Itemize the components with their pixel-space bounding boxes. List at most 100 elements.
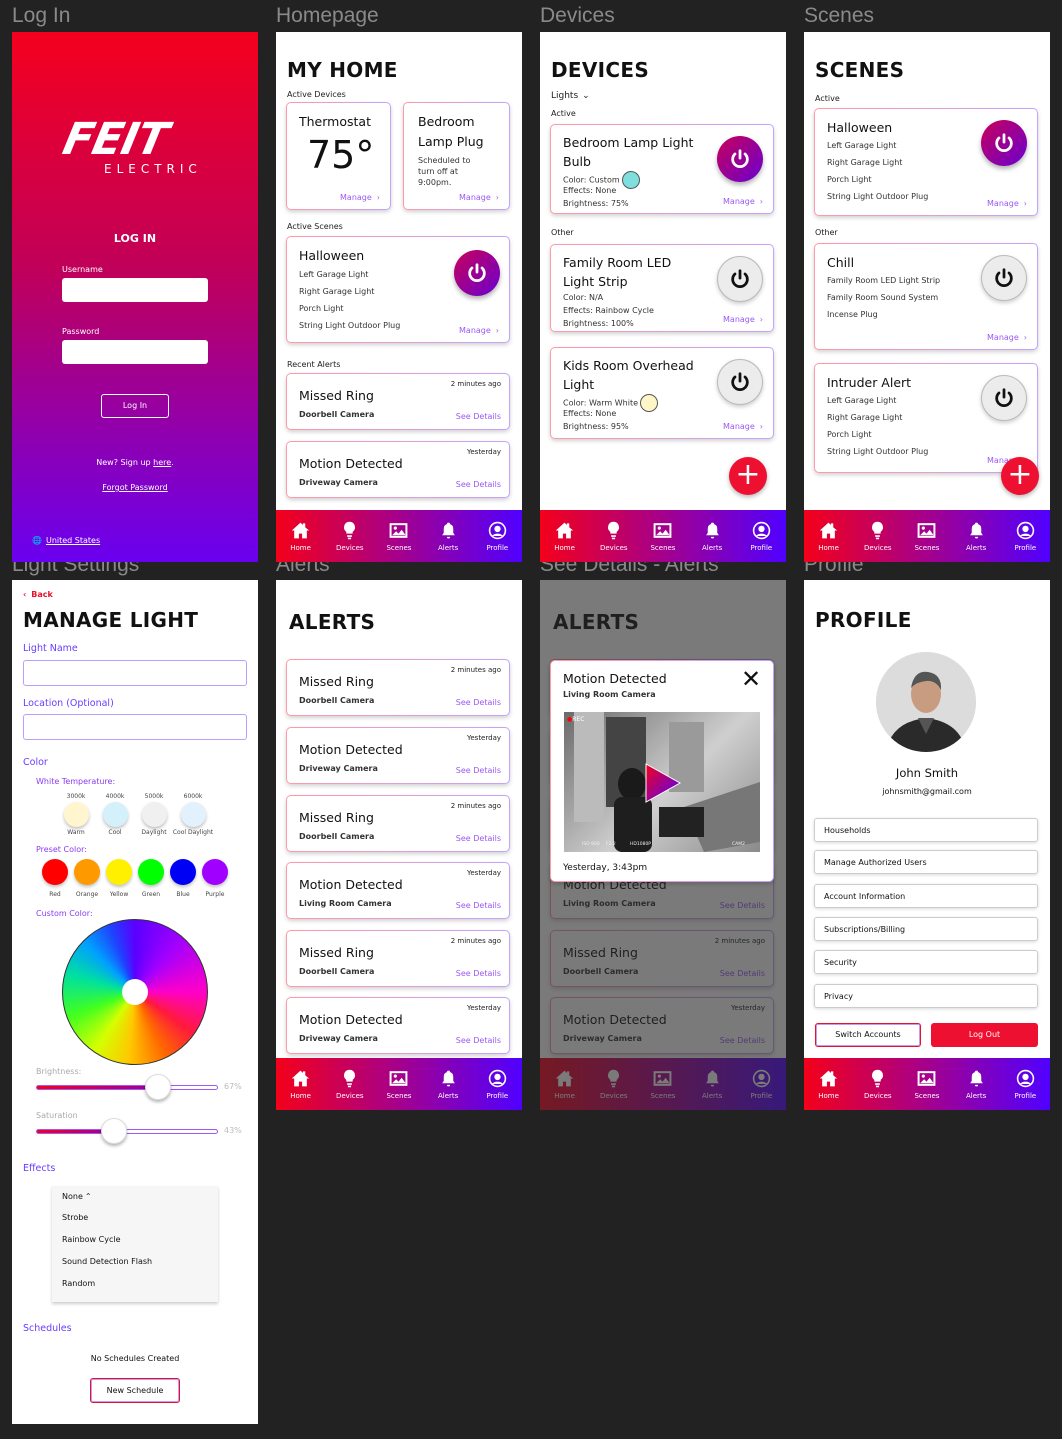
logout-button[interactable]: Log Out (931, 1023, 1038, 1047)
alert-card[interactable]: Motion Detected Driveway Camera Yesterday S… (286, 441, 510, 498)
nav-profile[interactable]: Profile (739, 521, 783, 552)
add-device-button[interactable]: + (729, 457, 767, 495)
lamp-plug-card[interactable]: Bedroom Lamp Plug Scheduled to turn off a… (403, 102, 510, 210)
profile-menu-security[interactable]: Security (814, 950, 1038, 974)
profile-menu-manage-authorized-users[interactable]: Manage Authorized Users (814, 850, 1038, 874)
color-picker-handle[interactable] (122, 979, 148, 1005)
nav-devices[interactable]: Devices (856, 521, 900, 552)
nav-devices[interactable]: Devices (328, 521, 372, 552)
preset-color-swatch[interactable] (202, 859, 228, 885)
preset-color-swatch[interactable] (170, 859, 196, 885)
white-temp-swatch[interactable] (142, 802, 167, 827)
alert-card[interactable]: Motion Detected Driveway Camera Yesterday S… (286, 997, 510, 1054)
saturation-thumb[interactable] (101, 1118, 128, 1144)
nav-profile[interactable]: Profile (1003, 1069, 1047, 1100)
nav-alerts[interactable]: Alerts (426, 521, 470, 552)
scene-card[interactable]: Intruder Alert Left Garage Light Right Gar… (814, 363, 1038, 473)
nav-home[interactable]: Home (279, 1069, 323, 1100)
profile-menu-account-information[interactable]: Account Information (814, 884, 1038, 908)
preset-color-swatch[interactable] (106, 859, 132, 885)
see-details-link[interactable]: See Details (456, 412, 501, 421)
profile-menu-households[interactable]: Households (814, 818, 1038, 842)
manage-link[interactable]: Manage › (987, 333, 1027, 342)
nav-profile[interactable]: Profile (1003, 521, 1047, 552)
alert-card[interactable]: Motion Detected Living Room Camera Yesterd… (286, 862, 510, 919)
manage-link[interactable]: Manage › (723, 197, 763, 206)
white-temp-swatch[interactable] (181, 802, 206, 827)
scene-card[interactable]: Chill Family Room LED Light Strip Family R… (814, 243, 1038, 350)
power-button[interactable] (981, 255, 1027, 301)
signup-link[interactable]: here (153, 458, 171, 467)
power-button[interactable] (454, 250, 500, 296)
profile-menu-privacy[interactable]: Privacy (814, 984, 1038, 1008)
nav-home[interactable]: Home (807, 1069, 851, 1100)
play-icon[interactable] (644, 762, 682, 808)
alert-card[interactable]: Missed Ring Doorbell Camera 2 minutes ago S… (286, 795, 510, 852)
password-input[interactable] (62, 340, 208, 364)
profile-menu-subscriptions-billing[interactable]: Subscriptions/Billing (814, 917, 1038, 941)
power-button[interactable] (981, 375, 1027, 421)
thermostat-card[interactable]: Thermostat 75° Manage › (286, 102, 391, 210)
nav-devices[interactable]: Devices (328, 1069, 372, 1100)
see-details-link[interactable]: See Details (456, 969, 501, 978)
effects-option[interactable]: Sound Detection Flash (62, 1257, 152, 1266)
effects-option[interactable]: Strobe (62, 1213, 88, 1222)
preset-color-swatch[interactable] (42, 859, 68, 885)
add-scene-button[interactable]: + (1001, 457, 1039, 495)
effects-selected[interactable]: None ⌃ (62, 1192, 92, 1201)
switch-accounts-button[interactable]: Switch Accounts (815, 1023, 921, 1047)
effects-option[interactable]: Rainbow Cycle (62, 1235, 121, 1244)
device-type-dropdown[interactable]: Lights ⌄ (551, 91, 590, 101)
forgot-password-link[interactable]: Forgot Password (12, 483, 258, 492)
device-card[interactable]: Kids Room Overhead Light Color: Warm Whit… (550, 347, 774, 439)
back-button[interactable]: ‹ Back (23, 590, 53, 599)
nav-devices[interactable]: Devices (856, 1069, 900, 1100)
nav-alerts[interactable]: Alerts (954, 521, 998, 552)
nav-scenes[interactable]: Scenes (377, 521, 421, 552)
manage-link[interactable]: Manage › (723, 422, 763, 431)
nav-devices[interactable]: Devices (592, 521, 636, 552)
see-details-link[interactable]: See Details (456, 480, 501, 489)
saturation-slider[interactable] (36, 1118, 218, 1144)
power-button[interactable] (981, 120, 1027, 166)
nav-profile[interactable]: Profile (475, 1069, 519, 1100)
see-details-link[interactable]: See Details (456, 901, 501, 910)
scene-card[interactable]: Halloween Left Garage Light Right Garage L… (286, 236, 510, 343)
see-details-link[interactable]: See Details (456, 766, 501, 775)
white-temp-swatch[interactable] (103, 802, 128, 827)
nav-alerts[interactable]: Alerts (690, 521, 734, 552)
region-selector[interactable]: 🌐 United States (32, 536, 100, 545)
nav-home[interactable]: Home (807, 521, 851, 552)
nav-scenes[interactable]: Scenes (641, 521, 685, 552)
manage-link[interactable]: Manage › (987, 199, 1027, 208)
preset-color-swatch[interactable] (74, 859, 100, 885)
effects-option[interactable]: Random (62, 1279, 95, 1288)
color-wheel[interactable] (62, 919, 208, 1065)
nav-home[interactable]: Home (543, 521, 587, 552)
light-name-input[interactable] (23, 660, 247, 686)
close-icon[interactable]: ✕ (741, 665, 761, 693)
camera-video[interactable]: ●REC ISO 800 F2.2 HD1080P CAM2 (564, 712, 760, 852)
power-button[interactable] (717, 136, 763, 182)
preset-color-swatch[interactable] (138, 859, 164, 885)
power-button[interactable] (717, 256, 763, 302)
nav-scenes[interactable]: Scenes (905, 1069, 949, 1100)
login-button[interactable]: Log In (101, 394, 169, 418)
effects-dropdown[interactable]: None ⌃ Strobe Rainbow Cycle Sound Detection … (52, 1186, 218, 1302)
see-details-link[interactable]: See Details (456, 834, 501, 843)
brightness-thumb[interactable] (144, 1074, 171, 1100)
see-details-link[interactable]: See Details (456, 698, 501, 707)
see-details-link[interactable]: See Details (456, 1036, 501, 1045)
power-button[interactable] (717, 359, 763, 405)
nav-alerts[interactable]: Alerts (954, 1069, 998, 1100)
device-card[interactable]: Family Room LED Light Strip Color: N/A Eff… (550, 244, 774, 332)
white-temp-swatch[interactable] (64, 802, 89, 827)
nav-scenes[interactable]: Scenes (905, 521, 949, 552)
device-card[interactable]: Bedroom Lamp Light Bulb Color: Custom Effe… (550, 124, 774, 214)
alert-card[interactable]: Motion Detected Driveway Camera Yesterday S… (286, 727, 510, 784)
alert-card[interactable]: Missed Ring Doorbell Camera 2 minutes ago S… (286, 373, 510, 430)
alert-card[interactable]: Missed Ring Doorbell Camera 2 minutes ago S… (286, 659, 510, 716)
username-input[interactable] (62, 278, 208, 302)
manage-link[interactable]: Manage › (459, 326, 499, 335)
scene-card[interactable]: Halloween Left Garage Light Right Garage L… (814, 108, 1038, 216)
